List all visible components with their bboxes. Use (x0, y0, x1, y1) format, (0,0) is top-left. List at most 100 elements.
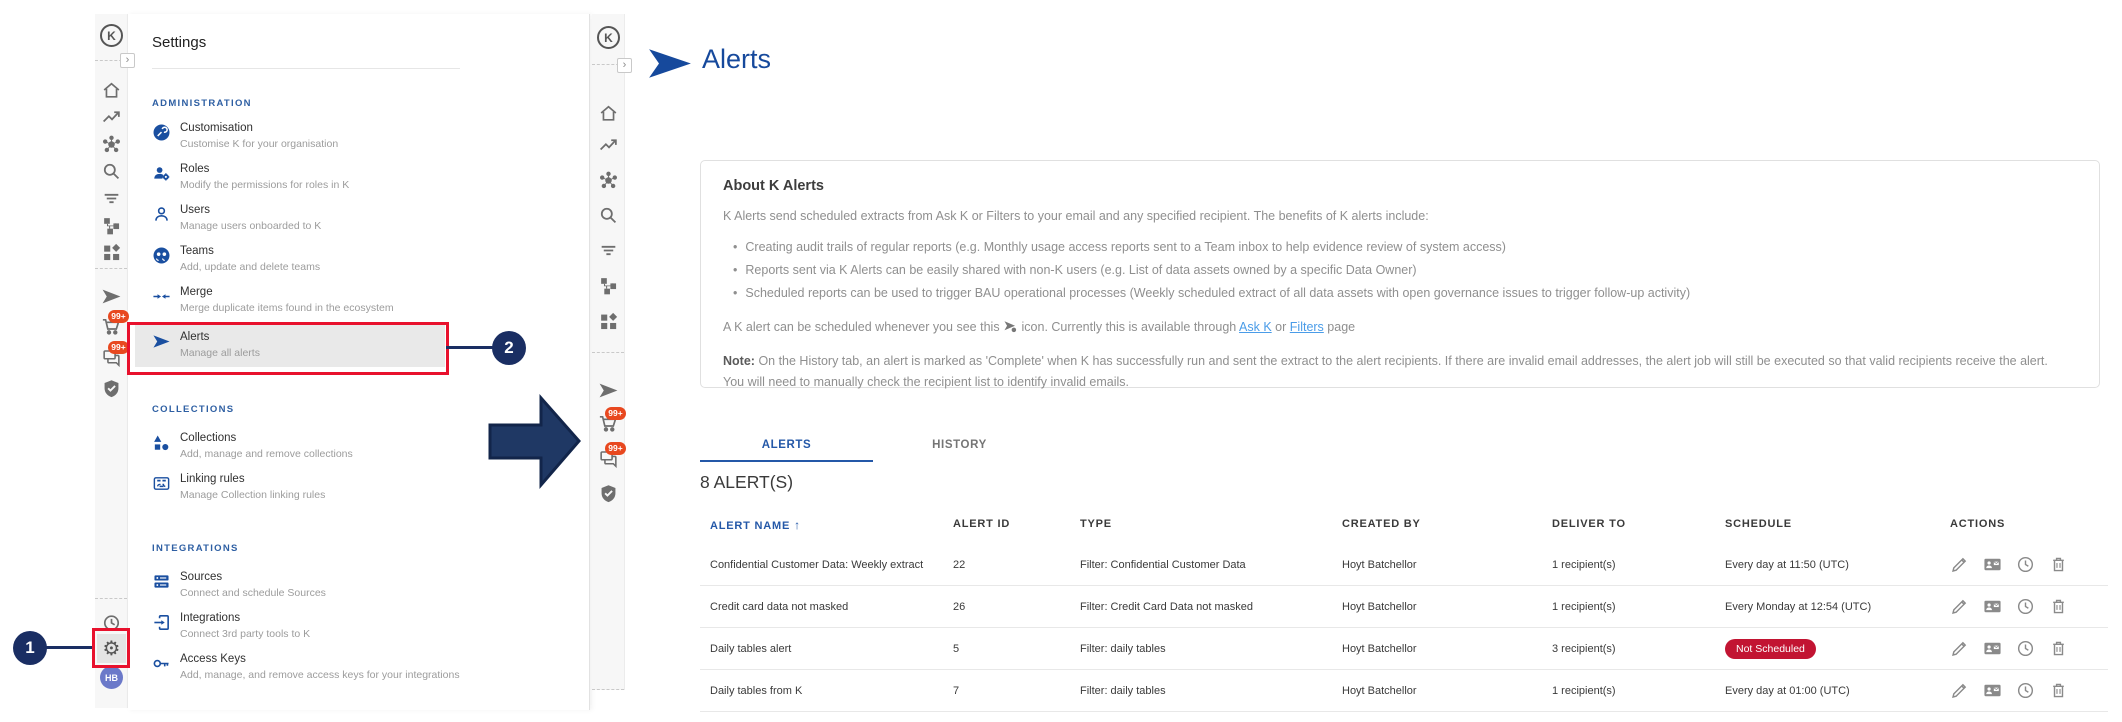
section-integrations: INTEGRATIONS (152, 543, 239, 554)
trend-icon[interactable] (598, 135, 619, 156)
expand-panel-button[interactable]: › (120, 53, 135, 68)
tab-history[interactable]: HISTORY (873, 432, 1046, 462)
ask-k-link[interactable]: Ask K (1239, 320, 1272, 334)
alerts-send-icon[interactable] (598, 380, 619, 401)
cart-badge: 99+ (108, 310, 129, 323)
annotation-line-step1 (44, 646, 92, 649)
sources-icon (152, 572, 171, 591)
cluster-icon[interactable] (101, 134, 122, 155)
teams-icon (152, 246, 171, 265)
delete-trash-icon[interactable] (2049, 681, 2068, 700)
dashboard-icon[interactable] (598, 311, 619, 332)
dashboard-icon[interactable] (101, 242, 122, 263)
cell-type: Filter: Confidential Customer Data (1080, 559, 1342, 571)
col-alert-id[interactable]: ALERT ID (953, 518, 1080, 530)
home-icon[interactable] (101, 80, 122, 101)
item-desc: Connect 3rd party tools to K (180, 628, 310, 640)
about-heading: About K Alerts (723, 178, 2077, 194)
edit-pencil-icon[interactable] (1950, 681, 1969, 700)
settings-item-teams[interactable]: Teams Add, update and delete teams (128, 241, 589, 282)
bullet-icon: • (733, 240, 737, 254)
search-icon[interactable] (598, 205, 619, 226)
cell-schedule: Every day at 01:00 (UTC) (1725, 685, 1950, 697)
rail-divider (592, 689, 624, 690)
cell-alert-name: Confidential Customer Data: Weekly extra… (700, 559, 953, 571)
annotation-box-gear (92, 628, 130, 668)
k-logo-icon[interactable]: K (597, 26, 620, 49)
home-icon[interactable] (598, 103, 619, 124)
item-name: Linking rules (180, 473, 245, 485)
settings-item-integrations[interactable]: Integrations Connect 3rd party tools to … (128, 608, 589, 649)
edit-pencil-icon[interactable] (1950, 597, 1969, 616)
bullet-item: •Scheduled reports can be used to trigge… (733, 282, 2077, 305)
cell-actions (1950, 639, 2108, 658)
settings-item-sources[interactable]: Sources Connect and schedule Sources (128, 567, 589, 608)
filters-link[interactable]: Filters (1290, 320, 1324, 334)
col-type[interactable]: TYPE (1080, 518, 1342, 530)
sort-asc-icon[interactable]: ↑ (794, 518, 801, 532)
recipients-card-icon[interactable] (1983, 639, 2002, 658)
alerts-send-icon[interactable] (101, 286, 122, 307)
hierarchy-icon[interactable] (101, 215, 122, 236)
edit-pencil-icon[interactable] (1950, 555, 1969, 574)
item-desc: Customise K for your organisation (180, 138, 338, 150)
cell-type: Filter: daily tables (1080, 685, 1342, 697)
settings-item-merge[interactable]: Merge Merge duplicate items found in the… (128, 282, 589, 323)
cell-type: Filter: Credit Card Data not masked (1080, 601, 1342, 613)
col-deliver-to[interactable]: DELIVER TO (1552, 518, 1725, 530)
divider (152, 68, 460, 69)
col-schedule[interactable]: SCHEDULE (1725, 518, 1950, 530)
section-administration: ADMINISTRATION (152, 98, 252, 109)
settings-item-users[interactable]: Users Manage users onboarded to K (128, 200, 589, 241)
shield-check-icon[interactable] (598, 483, 619, 504)
cell-deliver-to: 1 recipient(s) (1552, 601, 1725, 613)
section-collections: COLLECTIONS (152, 404, 234, 415)
recipients-card-icon[interactable] (1983, 597, 2002, 616)
schedule-clock-icon[interactable] (2016, 681, 2035, 700)
schedule-clock-icon[interactable] (2016, 597, 2035, 616)
integrations-icon (152, 613, 171, 632)
cart-badge: 99+ (605, 407, 626, 420)
item-name: Sources (180, 571, 222, 583)
annotation-box-alerts-item (127, 322, 449, 375)
filter-icon[interactable] (101, 188, 122, 209)
table-row: Daily tables from K 7 Filter: daily tabl… (700, 670, 2108, 712)
avatar[interactable]: HB (100, 666, 123, 689)
expand-panel-button[interactable]: › (617, 58, 632, 73)
item-name: Users (180, 204, 210, 216)
search-icon[interactable] (101, 161, 122, 182)
shield-check-icon[interactable] (101, 378, 122, 399)
delete-trash-icon[interactable] (2049, 597, 2068, 616)
schedule-clock-icon[interactable] (2016, 555, 2035, 574)
recipients-card-icon[interactable] (1983, 555, 2002, 574)
delete-trash-icon[interactable] (2049, 639, 2068, 658)
item-name: Merge (180, 286, 213, 298)
cell-created-by: Hoyt Batchellor (1342, 559, 1552, 571)
recipients-card-icon[interactable] (1983, 681, 2002, 700)
tab-alerts[interactable]: ALERTS (700, 432, 873, 462)
item-name: Teams (180, 245, 214, 257)
merge-icon (152, 287, 171, 306)
cell-schedule: Every Monday at 12:54 (UTC) (1725, 601, 1950, 613)
col-actions: ACTIONS (1950, 518, 2108, 530)
col-created-by[interactable]: CREATED BY (1342, 518, 1552, 530)
delete-trash-icon[interactable] (2049, 555, 2068, 574)
cluster-icon[interactable] (598, 170, 619, 191)
collections-icon (152, 433, 171, 452)
settings-item-access-keys[interactable]: Access Keys Add, manage, and remove acce… (128, 649, 589, 690)
item-desc: Merge duplicate items found in the ecosy… (180, 302, 394, 314)
hierarchy-icon[interactable] (598, 275, 619, 296)
k-logo-icon[interactable]: K (100, 24, 123, 47)
settings-item-customisation[interactable]: Customisation Customise K for your organ… (128, 118, 589, 159)
edit-pencil-icon[interactable] (1950, 639, 1969, 658)
cell-deliver-to: 3 recipient(s) (1552, 643, 1725, 655)
settings-item-roles[interactable]: Roles Modify the permissions for roles i… (128, 159, 589, 200)
schedule-clock-icon[interactable] (2016, 639, 2035, 658)
col-alert-name[interactable]: ALERT NAME↑ (700, 518, 953, 532)
roles-icon (152, 164, 171, 183)
alert-count-heading: 8 ALERT(S) (700, 472, 793, 493)
trend-icon[interactable] (101, 107, 122, 128)
cell-actions (1950, 555, 2108, 574)
bullet-icon: • (733, 263, 737, 277)
filter-icon[interactable] (598, 240, 619, 261)
